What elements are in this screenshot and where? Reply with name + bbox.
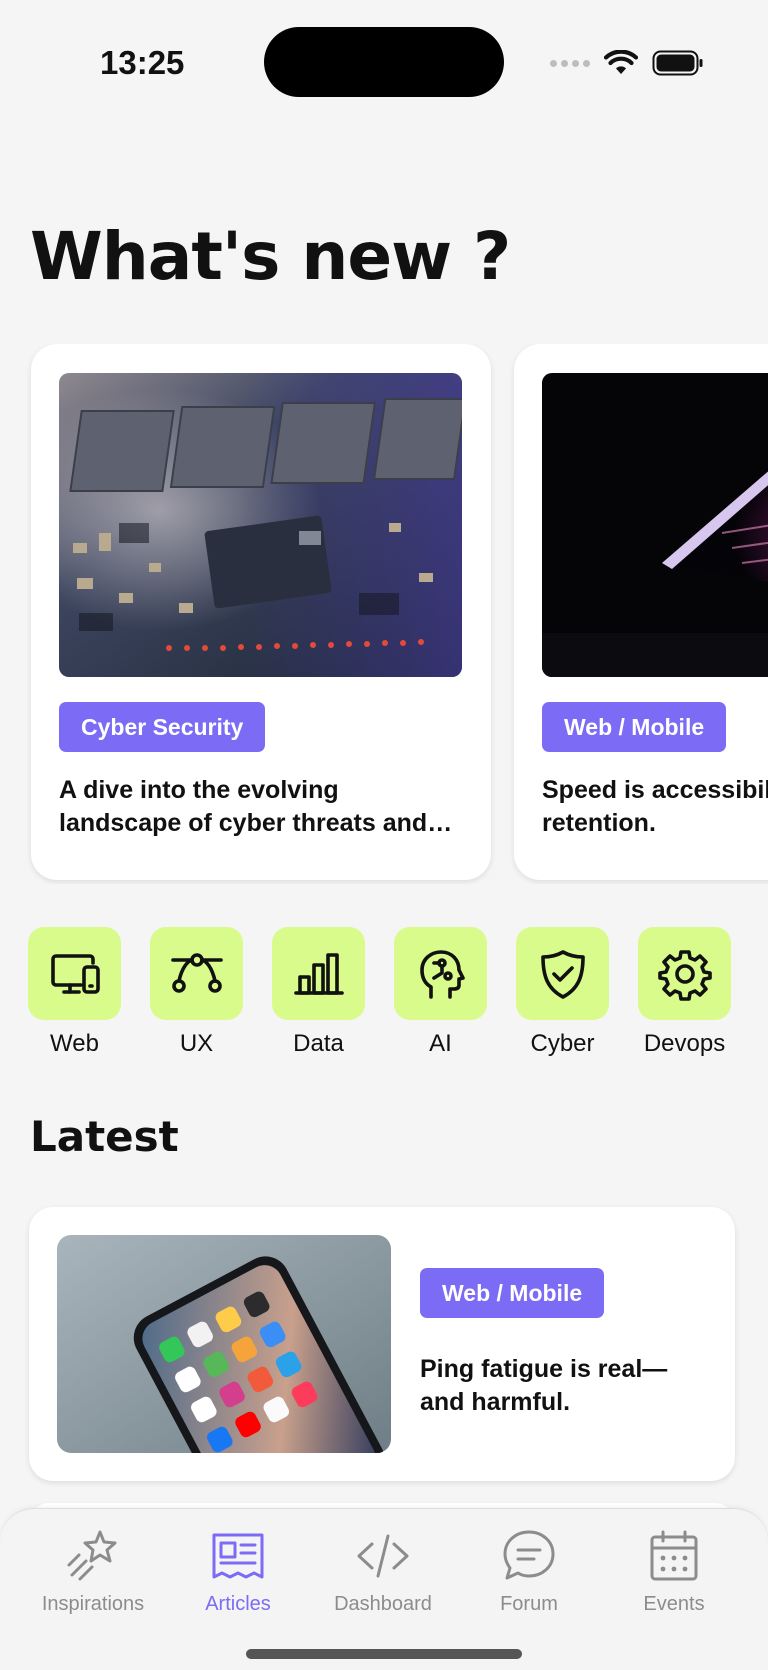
category-label: UX <box>179 1030 214 1057</box>
tab-events[interactable]: Events <box>604 1527 744 1616</box>
category-ai[interactable]: AI <box>394 927 487 1058</box>
status-time: 13:25 <box>100 44 185 81</box>
featured-image-laptop <box>542 373 768 677</box>
tab-label: Inspirations <box>41 1593 145 1615</box>
bezier-curve-icon <box>170 952 223 993</box>
tab-articles[interactable]: Articles <box>168 1527 308 1616</box>
tab-bar: Inspirations Articles Dashboard Forum Ev… <box>0 1508 768 1670</box>
tab-forum[interactable]: Forum <box>459 1527 599 1616</box>
featured-image-circuit-board <box>59 373 462 677</box>
code-icon <box>357 1534 409 1578</box>
newspaper-icon <box>212 1533 264 1579</box>
category-label: Data <box>293 1030 344 1057</box>
category-cyber-tile[interactable] <box>516 927 609 1020</box>
category-web[interactable]: Web <box>28 927 121 1058</box>
latest-image-smartphone <box>57 1235 391 1453</box>
category-tag[interactable]: Web / Mobile <box>542 702 727 752</box>
tab-inspirations[interactable]: Inspirations <box>23 1527 163 1616</box>
featured-title[interactable]: A dive into the evolving landscape of cy… <box>59 774 459 840</box>
tab-dashboard[interactable]: Dashboard <box>313 1527 453 1616</box>
bar-chart-icon <box>293 952 344 995</box>
calendar-icon <box>650 1530 698 1581</box>
featured-card[interactable]: Web / Mobile Speed is accessibility and … <box>514 344 768 880</box>
category-devops-tile[interactable] <box>638 927 731 1020</box>
category-label: Cyber <box>530 1030 595 1057</box>
category-cyber[interactable]: Cyber <box>516 927 609 1058</box>
category-label: Web <box>50 1030 99 1057</box>
category-devops[interactable]: Devops <box>638 927 731 1058</box>
status-bar: 13:25 <box>0 0 768 130</box>
category-ux[interactable]: UX <box>150 927 243 1058</box>
category-ai-tile[interactable] <box>394 927 487 1020</box>
category-tag[interactable]: Cyber Security <box>59 702 266 752</box>
tab-label: Articles <box>205 1593 271 1615</box>
latest-article-title[interactable]: Ping fatigue is real—and harmful. <box>420 1353 710 1419</box>
signal-dots-icon <box>550 59 590 67</box>
section-title-latest: Latest <box>30 1112 179 1161</box>
tab-label: Forum <box>500 1593 558 1615</box>
category-row: Web UX Data AI Cyber Devops <box>28 927 731 1058</box>
gear-icon <box>657 949 712 1001</box>
featured-carousel[interactable]: Cyber Security A dive into the evolving … <box>0 344 768 884</box>
category-label: AI <box>429 1030 452 1057</box>
shooting-star-icon <box>67 1530 117 1581</box>
wifi-icon <box>604 50 638 74</box>
devices-icon <box>50 953 100 994</box>
home-indicator[interactable] <box>246 1649 522 1659</box>
category-label: Devops <box>643 1030 726 1057</box>
brain-head-icon <box>419 949 465 999</box>
page-title: What's new ? <box>30 218 511 295</box>
category-data-tile[interactable] <box>272 927 365 1020</box>
tab-label: Dashboard <box>334 1593 432 1615</box>
tab-label: Events <box>643 1593 705 1615</box>
featured-title[interactable]: Speed is accessibility and retention. <box>542 774 768 840</box>
status-icons <box>550 46 704 80</box>
featured-card[interactable]: Cyber Security A dive into the evolving … <box>31 344 491 880</box>
latest-article-card[interactable]: Web / Mobile Ping fatigue is real—and ha… <box>29 1207 735 1481</box>
battery-icon <box>652 50 703 76</box>
shield-check-icon <box>540 949 585 999</box>
category-web-tile[interactable] <box>28 927 121 1020</box>
category-tag[interactable]: Web / Mobile <box>420 1268 605 1318</box>
chat-bubble-icon <box>503 1530 555 1580</box>
category-ux-tile[interactable] <box>150 927 243 1020</box>
category-data[interactable]: Data <box>272 927 365 1058</box>
dynamic-island <box>264 27 504 97</box>
